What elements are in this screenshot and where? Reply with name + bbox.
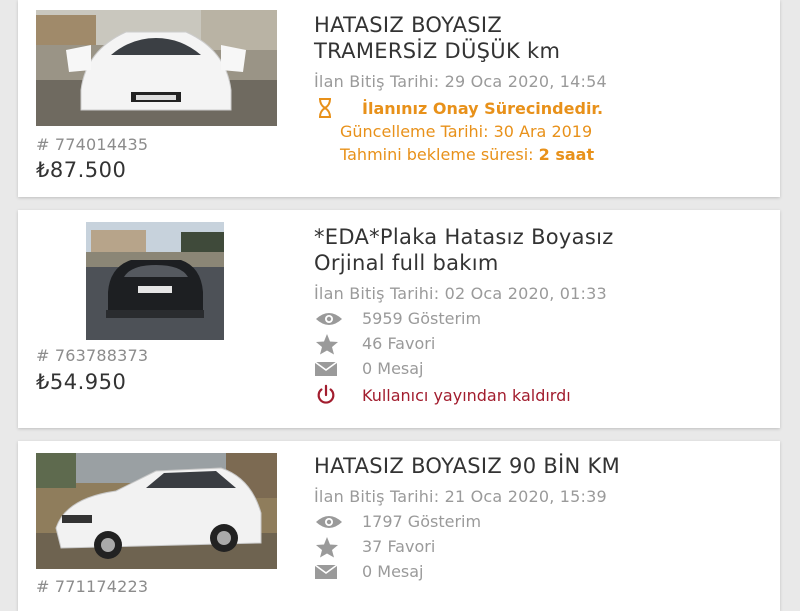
listing-card[interactable]: # 763788373 ₺54.950 *EDA*Plaka Hatasız B…	[18, 210, 780, 428]
hourglass-icon	[314, 98, 336, 118]
removed-status-text: Kullanıcı yayından kaldırdı	[362, 385, 571, 405]
views-stat: 5959 Gösterim	[314, 309, 770, 328]
car-photo[interactable]	[36, 453, 277, 569]
car-photo[interactable]	[36, 10, 277, 126]
estimated-wait-value: 2 saat	[538, 145, 595, 164]
listing-info: HATASIZ BOYASIZ TRAMERSİZ DÜŞÜK km İlan …	[314, 12, 770, 164]
estimated-wait: Tahmini bekleme süresi: 2 saat	[340, 145, 770, 164]
mail-icon	[314, 563, 344, 581]
messages-count: 0 Mesaj	[362, 562, 424, 581]
approval-status-text: İlanınız Onay Sürecindedir.	[362, 98, 604, 118]
messages-count: 0 Mesaj	[362, 359, 424, 378]
listing-title[interactable]: HATASIZ BOYASIZ 90 BİN KM	[314, 453, 770, 479]
listing-title[interactable]: HATASIZ BOYASIZ TRAMERSİZ DÜŞÜK km	[314, 12, 770, 64]
listing-id: # 774014435	[36, 135, 149, 154]
listing-price: ₺87.500	[36, 158, 127, 182]
messages-stat: 0 Mesaj	[314, 359, 770, 378]
views-count: 1797 Gösterim	[362, 512, 482, 531]
listing-card[interactable]: # 774014435 ₺87.500 HATASIZ BOYASIZ TRAM…	[18, 0, 780, 197]
listing-title-line: HATASIZ BOYASIZ	[314, 13, 503, 37]
listing-info: HATASIZ BOYASIZ 90 BİN KM İlan Bitiş Tar…	[314, 453, 770, 581]
favorites-count: 46 Favori	[362, 334, 436, 353]
listing-end-date: İlan Bitiş Tarihi: 02 Oca 2020, 01:33	[314, 284, 607, 303]
estimated-wait-label: Tahmini bekleme süresi:	[340, 145, 534, 164]
star-icon	[314, 536, 344, 557]
star-icon	[314, 333, 344, 354]
messages-stat: 0 Mesaj	[314, 562, 770, 581]
power-icon	[314, 384, 344, 406]
listing-title[interactable]: *EDA*Plaka Hatasız Boyasız Orjinal full …	[314, 224, 770, 276]
listing-title-line: Orjinal full bakım	[314, 251, 499, 275]
favorites-count: 37 Favori	[362, 537, 436, 556]
removed-status: Kullanıcı yayından kaldırdı	[314, 384, 770, 406]
listing-end-date: İlan Bitiş Tarihi: 29 Oca 2020, 14:54	[314, 72, 607, 91]
listing-id: # 763788373	[36, 346, 149, 365]
views-stat: 1797 Gösterim	[314, 512, 770, 531]
mail-icon	[314, 360, 344, 378]
eye-icon	[314, 513, 344, 531]
car-photo[interactable]	[86, 222, 224, 340]
views-count: 5959 Gösterim	[362, 309, 482, 328]
listing-title-line: *EDA*Plaka Hatasız Boyasız	[314, 225, 614, 249]
listing-title-line: TRAMERSİZ DÜŞÜK km	[314, 39, 561, 63]
favorites-stat: 37 Favori	[314, 536, 770, 557]
update-date: Güncelleme Tarihi: 30 Ara 2019	[340, 122, 593, 141]
approval-status: İlanınız Onay Sürecindedir.	[314, 98, 770, 118]
favorites-stat: 46 Favori	[314, 333, 770, 354]
listing-info: *EDA*Plaka Hatasız Boyasız Orjinal full …	[314, 224, 770, 406]
listing-price: ₺54.950	[36, 370, 127, 394]
eye-icon	[314, 310, 344, 328]
listing-end-date: İlan Bitiş Tarihi: 21 Oca 2020, 15:39	[314, 487, 607, 506]
listing-card[interactable]: # 771174223 HATASIZ BOYASIZ 90 BİN KM İl…	[18, 441, 780, 611]
listing-id: # 771174223	[36, 577, 149, 596]
listing-title-line: HATASIZ BOYASIZ 90 BİN KM	[314, 454, 621, 478]
